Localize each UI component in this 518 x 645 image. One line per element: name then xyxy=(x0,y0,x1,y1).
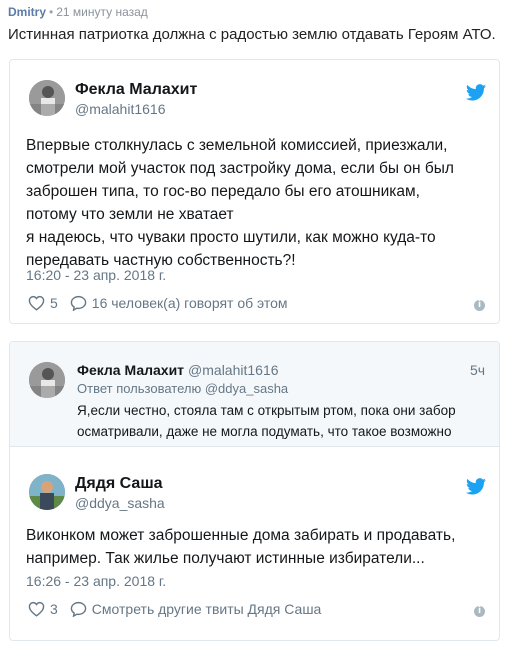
post-timestamp: 21 минуту назад xyxy=(56,5,148,19)
twitter-bird-icon[interactable] xyxy=(466,84,486,101)
heart-icon[interactable] xyxy=(28,295,45,311)
info-icon[interactable]: i xyxy=(474,606,485,617)
post-author-link[interactable]: Dmitry xyxy=(8,5,46,19)
tweet-author-name[interactable]: Фекла Малахит xyxy=(75,80,197,99)
reply-context: Ответ пользователю @ddya_sasha xyxy=(77,381,288,396)
tweet-actions: 3 Смотреть другие твиты Дядя Саша xyxy=(28,600,321,618)
quoted-author-handle[interactable]: @malahit1616 xyxy=(188,362,279,378)
comment-icon[interactable] xyxy=(70,295,87,311)
people-talking-link[interactable]: 16 человек(а) говорят об этом xyxy=(92,295,288,311)
more-tweets-link[interactable]: Смотреть другие твиты Дядя Саша xyxy=(92,601,322,617)
info-icon[interactable]: i xyxy=(474,300,485,311)
tweet-text: Виконком может заброшенные дома забирать… xyxy=(26,524,455,570)
quoted-text-line: Я,если честно, стояла там с открытым рто… xyxy=(77,403,456,418)
twitter-bird-icon[interactable] xyxy=(466,478,486,495)
tweet-author-handle[interactable]: @ddya_sasha xyxy=(75,495,165,512)
tweet-author-name[interactable]: Дядя Саша xyxy=(75,474,163,493)
tweet-text: Впервые столкнулась с земельной комиссие… xyxy=(26,134,454,272)
avatar[interactable] xyxy=(29,362,65,398)
tweet-text-line: Виконком может заброшенные дома забирать… xyxy=(26,527,456,544)
tweet-date[interactable]: 16:26 - 23 апр. 2018 г. xyxy=(26,573,166,590)
tweet-text-line: например. Так жилье получают истинные из… xyxy=(26,550,425,567)
reply-prefix: Ответ пользователю xyxy=(77,381,202,396)
tweet-date[interactable]: 16:20 - 23 апр. 2018 г. xyxy=(26,267,166,284)
tweet-text-line: заброшен типа, то гос-во передало бы его… xyxy=(26,183,420,200)
tweet-text-line: смотрели мой участок под застройку дома,… xyxy=(26,160,454,177)
tweet-actions: 5 16 человек(а) говорят об этом xyxy=(28,294,288,312)
avatar[interactable] xyxy=(29,474,65,510)
quoted-text-line: осматривали, даже не могла подумать, что… xyxy=(77,424,452,439)
quoted-author[interactable]: Фекла Малахит @malahit1616 xyxy=(77,362,279,378)
quoted-tweet[interactable]: Фекла Малахит @malahit1616 5ч Ответ польз… xyxy=(10,342,499,447)
tweet-text-line: я надеюсь, что чуваки просто шутили, как… xyxy=(26,229,436,246)
avatar[interactable] xyxy=(29,80,65,116)
embedded-tweet-card[interactable]: Фекла Малахит @malahit1616 5ч Ответ польз… xyxy=(9,341,500,641)
tweet-text-line: Впервые столкнулась с земельной комиссие… xyxy=(26,137,448,154)
post-header: Dmitry • 21 минуту назад xyxy=(8,5,148,19)
post-separator: • xyxy=(49,5,54,19)
quoted-author-name[interactable]: Фекла Малахит xyxy=(77,362,184,378)
post-text: Истинная патриотка должна с радостью зем… xyxy=(8,26,496,43)
tweet-author-handle[interactable]: @malahit1616 xyxy=(75,101,166,118)
like-count[interactable]: 5 xyxy=(50,295,58,311)
like-count[interactable]: 3 xyxy=(50,601,58,617)
embedded-tweet-card[interactable]: Фекла Малахит @malahit1616 Впервые столк… xyxy=(9,59,500,324)
tweet-text-line: потому что земли не хватает xyxy=(26,206,234,223)
reply-to-link[interactable]: @ddya_sasha xyxy=(205,381,288,396)
quoted-time[interactable]: 5ч xyxy=(470,362,485,378)
comment-icon[interactable] xyxy=(70,601,87,617)
quoted-text: Я,если честно, стояла там с открытым рто… xyxy=(77,400,456,442)
heart-icon[interactable] xyxy=(28,601,45,617)
